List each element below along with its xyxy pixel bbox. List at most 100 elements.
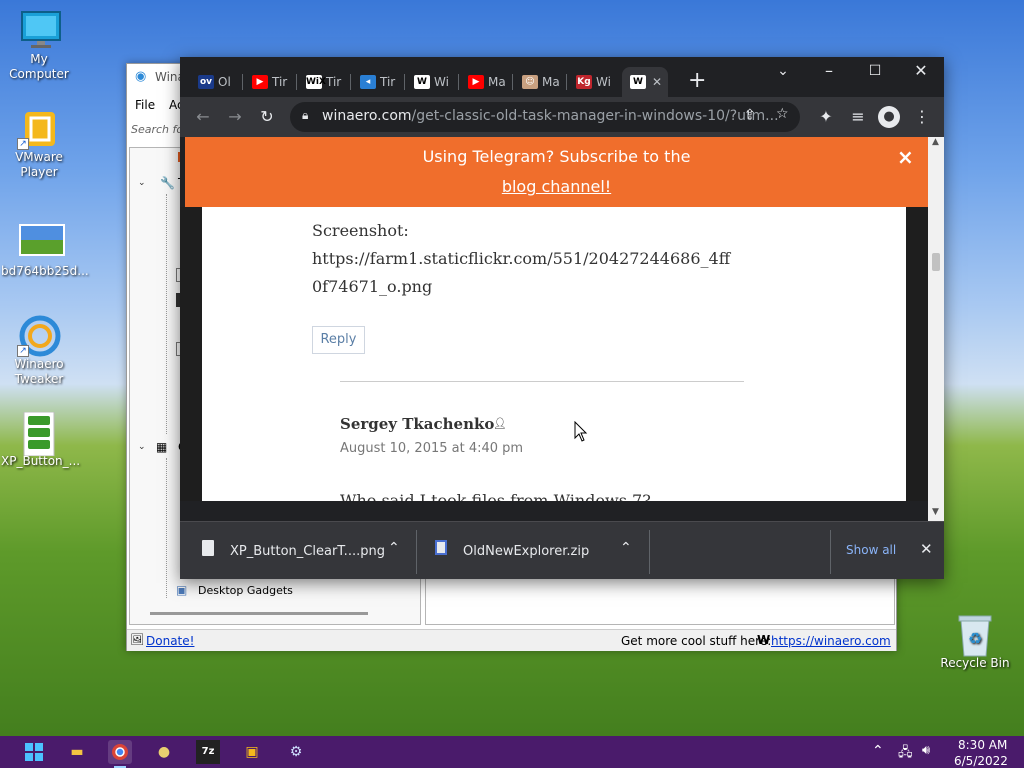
chrome-taskbar-icon[interactable]	[108, 740, 132, 764]
scroll-thumb[interactable]	[932, 253, 940, 271]
address-bar[interactable]: 🔒︎ winaero.com/get-classic-old-task-mana…	[290, 102, 800, 132]
download-item[interactable]: OldNewExplorer.zip ⌃	[417, 522, 649, 580]
comment-link[interactable]: 0f74671_o.png	[312, 273, 730, 301]
author-user-icon: 👤︎	[493, 417, 507, 430]
forward-icon[interactable]: →	[225, 107, 245, 127]
download-filename: XP_Button_ClearT....png	[230, 544, 385, 559]
banner-link[interactable]: blog channel!	[185, 177, 928, 196]
7zip-icon[interactable]: 7z	[196, 740, 220, 764]
banner-close-button[interactable]: ×	[897, 145, 914, 169]
taskbar-app-icon[interactable]: ●	[152, 740, 176, 764]
file-icon	[202, 540, 214, 556]
new-tab-button[interactable]: +	[688, 68, 706, 93]
comment-author[interactable]: Sergey Tkachenko	[340, 415, 494, 433]
desktop-icon-my-computer[interactable]: My Computer	[1, 10, 77, 82]
tab-favicon-icon: Kg	[576, 75, 592, 89]
tab-favicon-icon: ▶	[468, 75, 484, 89]
status-bar: 🖼 Donate! Get more cool stuff here: W ht…	[127, 629, 896, 651]
tab[interactable]: ov Ol	[190, 67, 236, 97]
desktop-icon-recycle-bin[interactable]: ♻ Recycle Bin	[937, 614, 1013, 671]
menu-kebab-icon[interactable]: ⋮	[912, 107, 932, 127]
page-content: Screenshot: https://farm1.staticflickr.c…	[202, 207, 906, 501]
desktop-icon-vmware-player[interactable]: ↗ VMware Player	[1, 108, 77, 180]
tab-label: Ma	[542, 75, 560, 89]
comment-link[interactable]: https://farm1.staticflickr.com/551/20427…	[312, 245, 730, 273]
vmware-taskbar-icon[interactable]: ▣	[240, 740, 264, 764]
scroll-up-icon[interactable]: ▲	[932, 137, 939, 147]
chrome-window: ov Ol ▶ Tir WiX Tir ◂ Tir W Wi ▶ Ma ☺ Ma Kg Wi W ✕ + ⌄ – …	[180, 57, 944, 579]
desktop-icon-winaero-tweaker[interactable]: ↗ Winaero Tweaker	[1, 315, 77, 387]
reload-icon[interactable]: ↻	[257, 107, 277, 127]
tab-search-icon[interactable]: ⌄	[760, 57, 806, 87]
image-file-icon	[19, 411, 59, 457]
extensions-icon[interactable]: ✦	[816, 107, 836, 127]
desktop-icon-xp-button[interactable]: XP_Button_...	[1, 411, 80, 469]
browser-toolbar: ← → ↻ 🔒︎ winaero.com/get-classic-old-tas…	[180, 97, 944, 137]
taskbar: ▬ ● 7z ▣ ⚙ ⌃ 🖧︎ 🔊︎ 8:30 AM 6/5/2022	[0, 736, 1024, 768]
clock-time[interactable]: 8:30 AM	[958, 738, 1007, 752]
close-tab-icon[interactable]: ✕	[652, 75, 662, 89]
donate-icon: 🖼	[130, 633, 144, 646]
close-download-bar-button[interactable]: ✕	[920, 540, 933, 558]
download-item[interactable]: XP_Button_ClearT....png ⌃	[180, 522, 416, 580]
comment-date[interactable]: August 10, 2015 at 4:40 pm	[340, 441, 523, 456]
start-button-icon[interactable]	[22, 740, 46, 764]
tab-label: Tir	[380, 75, 396, 89]
tab-favicon-icon: ◂	[360, 75, 376, 89]
menu-file[interactable]: File	[135, 98, 155, 112]
profile-avatar-icon[interactable]: ●	[878, 106, 900, 128]
file-explorer-icon[interactable]: ▬	[65, 740, 89, 764]
back-icon[interactable]: ←	[193, 107, 213, 127]
reply-button[interactable]: Reply	[312, 326, 365, 354]
winaero-taskbar-icon[interactable]: ⚙	[284, 740, 308, 764]
scroll-down-icon[interactable]: ▼	[932, 507, 939, 517]
share-icon[interactable]: ⇪	[744, 107, 756, 123]
tab[interactable]: ☺ Ma	[514, 67, 560, 97]
tab-label: Ol	[218, 75, 231, 89]
bookmark-star-icon[interactable]: ☆	[776, 106, 789, 122]
tab-label: Tir	[326, 75, 342, 89]
tray-overflow-icon[interactable]: ⌃	[872, 743, 884, 759]
tab-label: Ma	[488, 75, 506, 89]
gadgets-icon: ▣	[176, 583, 188, 597]
tab[interactable]: ▶ Tir	[244, 67, 290, 97]
tree-item-icon: 🔧	[160, 176, 175, 190]
minimize-button[interactable]: –	[806, 57, 852, 87]
desktop-icon-bd764bb25d[interactable]: bd764bb25d...	[1, 222, 89, 279]
winaero-logo-icon: W	[757, 633, 771, 647]
media-control-icon[interactable]: ≡	[848, 107, 868, 127]
vertical-scrollbar[interactable]: ▲ ▼	[928, 137, 944, 521]
image-file-icon	[19, 222, 65, 262]
network-icon[interactable]: 🖧︎	[898, 743, 913, 765]
clock-date[interactable]: 6/5/2022	[954, 754, 1008, 768]
tab[interactable]: ▶ Ma	[460, 67, 506, 97]
tree-item-desktop-gadgets[interactable]: Desktop Gadgets	[198, 584, 293, 597]
banner-text: Using Telegram? Subscribe to the	[422, 147, 691, 166]
svg-text:♻: ♻	[968, 629, 982, 648]
donate-link[interactable]: Donate!	[146, 634, 194, 648]
chevron-down-icon[interactable]: ⌄	[138, 442, 146, 452]
chevron-down-icon[interactable]: ⌄	[138, 178, 146, 188]
tab[interactable]: W Wi	[406, 67, 452, 97]
tab[interactable]: WiX Tir	[298, 67, 344, 97]
tab-label: Tir	[272, 75, 288, 89]
maximize-button[interactable]: ☐	[852, 57, 898, 87]
horizontal-scrollbar[interactable]	[150, 612, 368, 615]
download-filename: OldNewExplorer.zip	[463, 544, 590, 559]
tab-favicon-icon: W	[414, 75, 430, 89]
tab[interactable]: Kg Wi	[568, 67, 614, 97]
desktop-icon-label: VMware Player	[15, 150, 63, 179]
tab-label: Wi	[434, 75, 449, 89]
chevron-up-icon[interactable]: ⌃	[388, 540, 400, 556]
show-all-button[interactable]: Show all	[846, 543, 896, 557]
tab[interactable]: ◂ Tir	[352, 67, 398, 97]
download-bar: XP_Button_ClearT....png ⌃ OldNewExplorer…	[180, 521, 944, 579]
tab-active[interactable]: W ✕	[622, 67, 668, 97]
winaero-link[interactable]: https://winaero.com	[771, 634, 891, 648]
desktop-icon-label: My Computer	[9, 52, 69, 81]
chevron-up-icon[interactable]: ⌃	[620, 540, 632, 556]
volume-icon[interactable]: 🔊︎	[922, 743, 930, 758]
close-window-button[interactable]: ✕	[898, 57, 944, 87]
telegram-banner: Using Telegram? Subscribe to the blog ch…	[185, 137, 928, 207]
comment-text-partial: Who said I took files from Windows 7?	[340, 491, 651, 501]
